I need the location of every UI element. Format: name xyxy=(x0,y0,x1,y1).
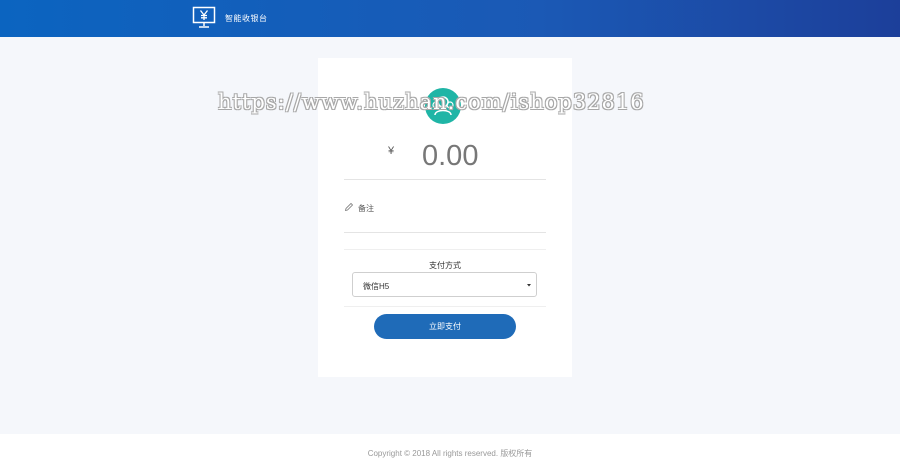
amount-input[interactable]: 0.00 xyxy=(422,140,482,173)
payment-method-select[interactable]: 微信H5 xyxy=(352,272,537,297)
payment-card: ¥ 0.00 备注 支付方式 微信H5 立即支付 xyxy=(318,58,572,377)
currency-symbol: ¥ xyxy=(388,145,395,157)
main-content: ¥ 0.00 备注 支付方式 微信H5 立即支付 xyxy=(0,37,900,434)
brand[interactable]: 智能收银台 xyxy=(192,6,268,30)
footer: Copyright © 2018 All rights reserved. 版权… xyxy=(0,434,900,473)
caret-down-icon xyxy=(527,284,531,287)
amount-divider xyxy=(344,179,546,180)
monitor-yen-icon xyxy=(192,6,216,28)
pencil-icon xyxy=(344,202,354,212)
top-bar: 智能收银台 xyxy=(0,0,900,37)
note-divider xyxy=(344,232,546,233)
brand-title: 智能收银台 xyxy=(225,13,268,23)
payment-method-value: 微信H5 xyxy=(363,282,390,291)
note-input[interactable]: 备注 xyxy=(358,203,374,214)
pay-now-button[interactable]: 立即支付 xyxy=(374,314,516,339)
user-group-icon xyxy=(432,96,454,116)
merchant-avatar xyxy=(425,88,461,124)
payment-method-section: 支付方式 微信H5 xyxy=(344,249,546,307)
copyright-text: Copyright © 2018 All rights reserved. 版权… xyxy=(367,449,533,458)
payment-method-label: 支付方式 xyxy=(429,261,461,270)
